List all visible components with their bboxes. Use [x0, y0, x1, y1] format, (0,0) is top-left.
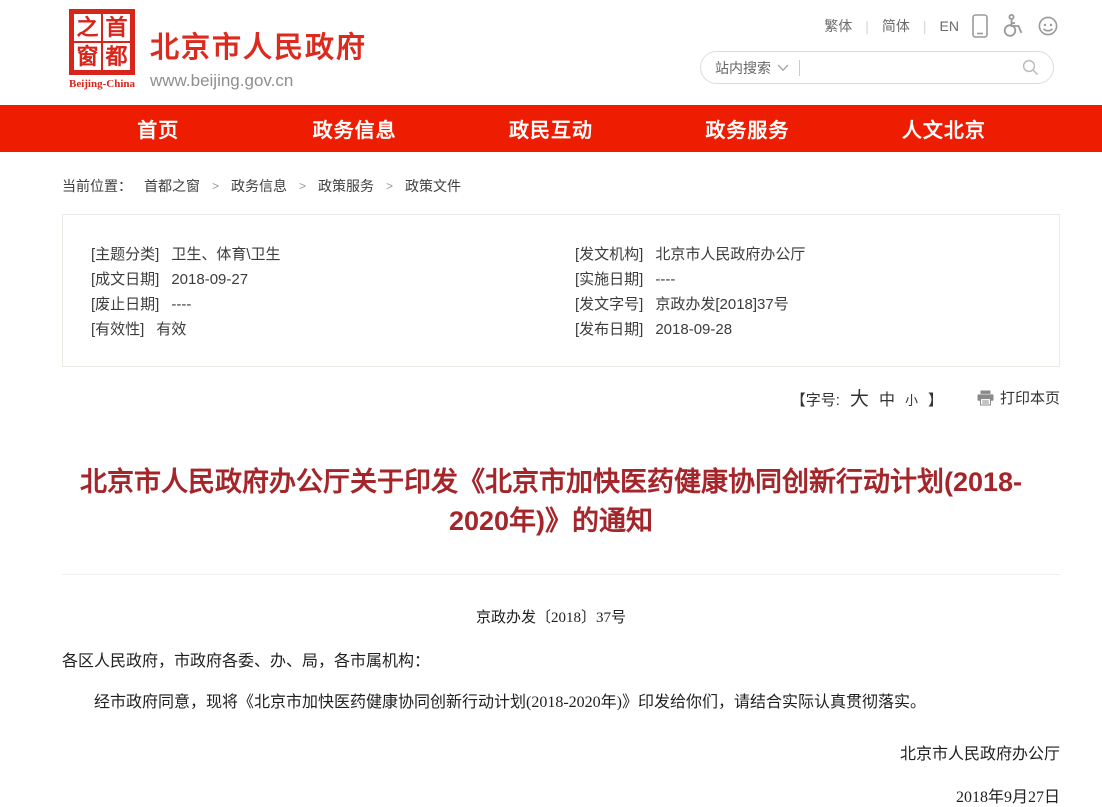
font-size-small-button[interactable]: 小: [905, 390, 918, 409]
font-size-large-button[interactable]: 大: [850, 384, 869, 411]
meta-value: 有效: [156, 317, 186, 342]
meta-value: ----: [655, 267, 675, 292]
font-size-controls: 【字号: 大 中 小 】: [791, 384, 943, 411]
document-metadata-box: [主题分类] 卫生、体育\卫生 [成文日期] 2018-09-27 [废止日期]…: [62, 214, 1060, 367]
site-header: 之 首 窗 都 Beijing-China 北京市人民政府 www.beijin…: [0, 0, 1102, 105]
signature-block: 北京市人民政府办公厅 2018年9月27日: [0, 740, 1060, 807]
meta-value: 2018-09-27: [171, 267, 248, 292]
font-size-suffix: 】: [928, 389, 943, 410]
font-size-medium-button[interactable]: 中: [879, 386, 895, 410]
nav-item-public-interaction[interactable]: 政民互动: [453, 105, 649, 152]
mobile-phone-icon[interactable]: [972, 14, 988, 38]
lang-traditional-link[interactable]: 繁体: [824, 16, 852, 36]
chevron-down-icon: [777, 64, 789, 72]
meta-label: [发文字号]: [575, 292, 643, 317]
article-toolbar: 【字号: 大 中 小 】 打印本页: [62, 384, 1060, 411]
meta-value: 卫生、体育\卫生: [171, 242, 280, 267]
divider: |: [865, 18, 869, 34]
document-reference-number: 京政办发〔2018〕37号: [0, 606, 1102, 627]
nav-item-home[interactable]: 首页: [60, 105, 256, 152]
lang-simplified-link[interactable]: 简体: [882, 16, 910, 36]
article-salutation: 各区人民政府，市政府各委、办、局，各市属机构：: [62, 651, 1040, 673]
search-scope-dropdown[interactable]: 站内搜索: [715, 58, 789, 78]
print-label: 打印本页: [1000, 387, 1060, 408]
header-utilities: 繁体 | 简体 | EN: [700, 14, 1060, 84]
site-url: www.beijing.gov.cn: [150, 71, 367, 91]
site-search-bar: 站内搜索: [700, 51, 1054, 84]
search-scope-label: 站内搜索: [715, 58, 771, 78]
breadcrumb-item-capital-window[interactable]: 首都之窗: [144, 176, 200, 196]
meta-label: [实施日期]: [575, 267, 643, 292]
meta-value: 北京市人民政府办公厅: [655, 242, 805, 267]
article-paragraph: 经市政府同意，现将《北京市加快医药健康协同创新行动计划(2018-2020年)》…: [62, 692, 1040, 714]
accessibility-wheelchair-icon[interactable]: [1001, 14, 1023, 38]
meta-label: [主题分类]: [91, 242, 159, 267]
article-title: 北京市人民政府办公厅关于印发《北京市加快医药健康协同创新行动计划(2018-20…: [74, 463, 1029, 541]
meta-row-implementation-date: [实施日期] ----: [575, 267, 1059, 292]
meta-value: 京政办发[2018]37号: [655, 292, 788, 317]
search-input[interactable]: [810, 59, 1022, 77]
meta-label: [发布日期]: [575, 317, 643, 342]
meta-value: ----: [171, 292, 191, 317]
language-switcher: 繁体 | 简体 | EN: [700, 14, 1060, 38]
meta-row-document-number: [发文字号] 京政办发[2018]37号: [575, 292, 1059, 317]
print-page-button[interactable]: 打印本页: [977, 387, 1060, 408]
metadata-left-column: [主题分类] 卫生、体育\卫生 [成文日期] 2018-09-27 [废止日期]…: [91, 242, 575, 342]
capital-window-seal-logo: 之 首 窗 都: [69, 9, 135, 75]
printer-icon: [977, 390, 994, 406]
meta-row-repeal-date: [废止日期] ----: [91, 292, 575, 317]
meta-label: [成文日期]: [91, 267, 159, 292]
nav-item-government-info[interactable]: 政务信息: [256, 105, 452, 152]
meta-label: [有效性]: [91, 317, 144, 342]
divider: |: [923, 18, 927, 34]
meta-label: [废止日期]: [91, 292, 159, 317]
meta-row-validity: [有效性] 有效: [91, 317, 575, 342]
smart-assistant-icon[interactable]: [1036, 15, 1060, 37]
breadcrumb-separator: >: [212, 179, 219, 193]
meta-row-publish-date: [发布日期] 2018-09-28: [575, 317, 1059, 342]
site-name: 北京市人民政府: [150, 24, 367, 66]
metadata-right-column: [发文机构] 北京市人民政府办公厅 [实施日期] ---- [发文字号] 京政办…: [575, 242, 1059, 342]
breadcrumb: 当前位置： 首都之窗 > 政务信息 > 政策服务 > 政策文件: [62, 176, 1102, 196]
meta-value: 2018-09-28: [655, 317, 732, 342]
breadcrumb-separator: >: [299, 179, 306, 193]
seal-char: 首: [102, 13, 131, 42]
meta-row-issuing-agency: [发文机构] 北京市人民政府办公厅: [575, 242, 1059, 267]
signature-agency: 北京市人民政府办公厅: [0, 740, 1060, 764]
site-logo[interactable]: 之 首 窗 都 Beijing-China: [62, 9, 142, 90]
meta-row-topic-category: [主题分类] 卫生、体育\卫生: [91, 242, 575, 267]
breadcrumb-item-policy-documents[interactable]: 政策文件: [405, 176, 461, 196]
divider: [799, 60, 800, 76]
breadcrumb-label: 当前位置：: [62, 176, 132, 196]
seal-char: 窗: [73, 42, 102, 71]
divider: [62, 574, 1060, 575]
search-icon[interactable]: [1022, 59, 1039, 76]
meta-row-issue-date: [成文日期] 2018-09-27: [91, 267, 575, 292]
breadcrumb-separator: >: [386, 179, 393, 193]
lang-english-link[interactable]: EN: [940, 18, 959, 34]
breadcrumb-item-government-info[interactable]: 政务信息: [231, 176, 287, 196]
nav-item-government-services[interactable]: 政务服务: [649, 105, 845, 152]
font-size-prefix: 【字号:: [791, 389, 840, 410]
seal-char: 都: [102, 42, 131, 71]
main-navigation: 首页 政务信息 政民互动 政务服务 人文北京: [0, 105, 1102, 152]
logo-caption: Beijing-China: [62, 78, 142, 90]
breadcrumb-item-policy-services[interactable]: 政策服务: [318, 176, 374, 196]
signature-date: 2018年9月27日: [0, 783, 1060, 807]
meta-label: [发文机构]: [575, 242, 643, 267]
site-title-block: 北京市人民政府 www.beijing.gov.cn: [150, 24, 367, 91]
nav-item-humanistic-beijing[interactable]: 人文北京: [846, 105, 1042, 152]
seal-char: 之: [73, 13, 102, 42]
